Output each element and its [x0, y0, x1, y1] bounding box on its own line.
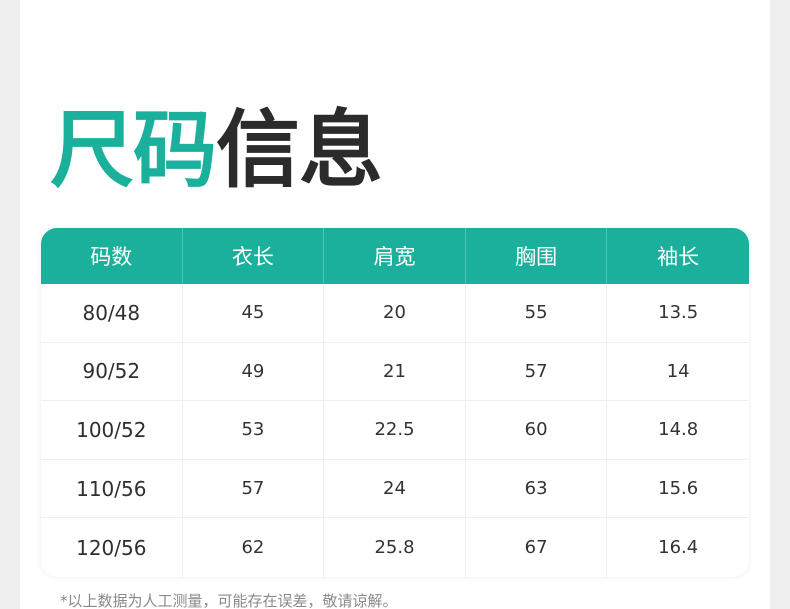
table-row: 100/52 53 22.5 60 14.8: [41, 401, 749, 460]
table-cell: 100/52: [41, 401, 183, 460]
table-cell: 57: [182, 459, 325, 519]
table-cell: 14.8: [607, 401, 749, 460]
table-row: 90/52 49 21 57 14: [41, 342, 749, 402]
size-table: 码数 衣长 肩宽 胸围 袖长 80/48 45 20 55 13.5 90/52…: [41, 228, 749, 577]
header-cell-size: 码数: [41, 228, 183, 284]
table-cell: 53: [182, 401, 325, 460]
table-cell: 13.5: [607, 284, 749, 343]
header-cell-length: 衣长: [182, 228, 325, 284]
table-cell: 20: [324, 284, 466, 343]
page-title: 尺码信息: [50, 101, 383, 199]
table-cell: 21: [324, 342, 466, 402]
table-cell: 24: [324, 459, 466, 519]
table-cell: 14: [607, 343, 749, 402]
table-row: 110/56 57 24 63 15.6: [41, 459, 749, 519]
table-cell: 55: [465, 284, 608, 343]
measurement-note: *以上数据为人工测量，可能存在误差，敬请谅解。: [60, 592, 398, 609]
table-cell: 16.4: [658, 537, 699, 559]
table-cell: 45: [182, 284, 325, 343]
header-cell-sleeve: 袖长: [607, 228, 749, 284]
table-cell: 63: [465, 459, 608, 519]
table-cell: 110/56: [41, 459, 183, 519]
header-cell-shoulder: 肩宽: [324, 228, 466, 284]
table-cell: 62: [183, 518, 325, 577]
title-accent: 尺码: [50, 101, 217, 199]
table-cell: 60: [465, 401, 608, 460]
table-row: 120/56 62 25.8 67 16.4: [41, 518, 749, 577]
table-cell: 80/48: [41, 284, 183, 343]
title-rest: 信息: [216, 101, 383, 199]
header-cell-chest: 胸围: [465, 228, 608, 284]
table-cell: 15.6: [607, 460, 749, 519]
table-cell: 25.8: [324, 518, 466, 577]
table-cell: 57: [465, 342, 608, 402]
table-cell: 22.5: [324, 401, 466, 460]
table-row: 80/48 45 20 55 13.5: [41, 284, 749, 343]
table-cell: 67: [466, 518, 608, 577]
table-cell: 49: [182, 342, 325, 402]
table-cell: 120/56: [41, 518, 183, 577]
table-header-row: 码数 衣长 肩宽 胸围 袖长: [41, 228, 749, 284]
table-cell: 90/52: [41, 342, 183, 402]
